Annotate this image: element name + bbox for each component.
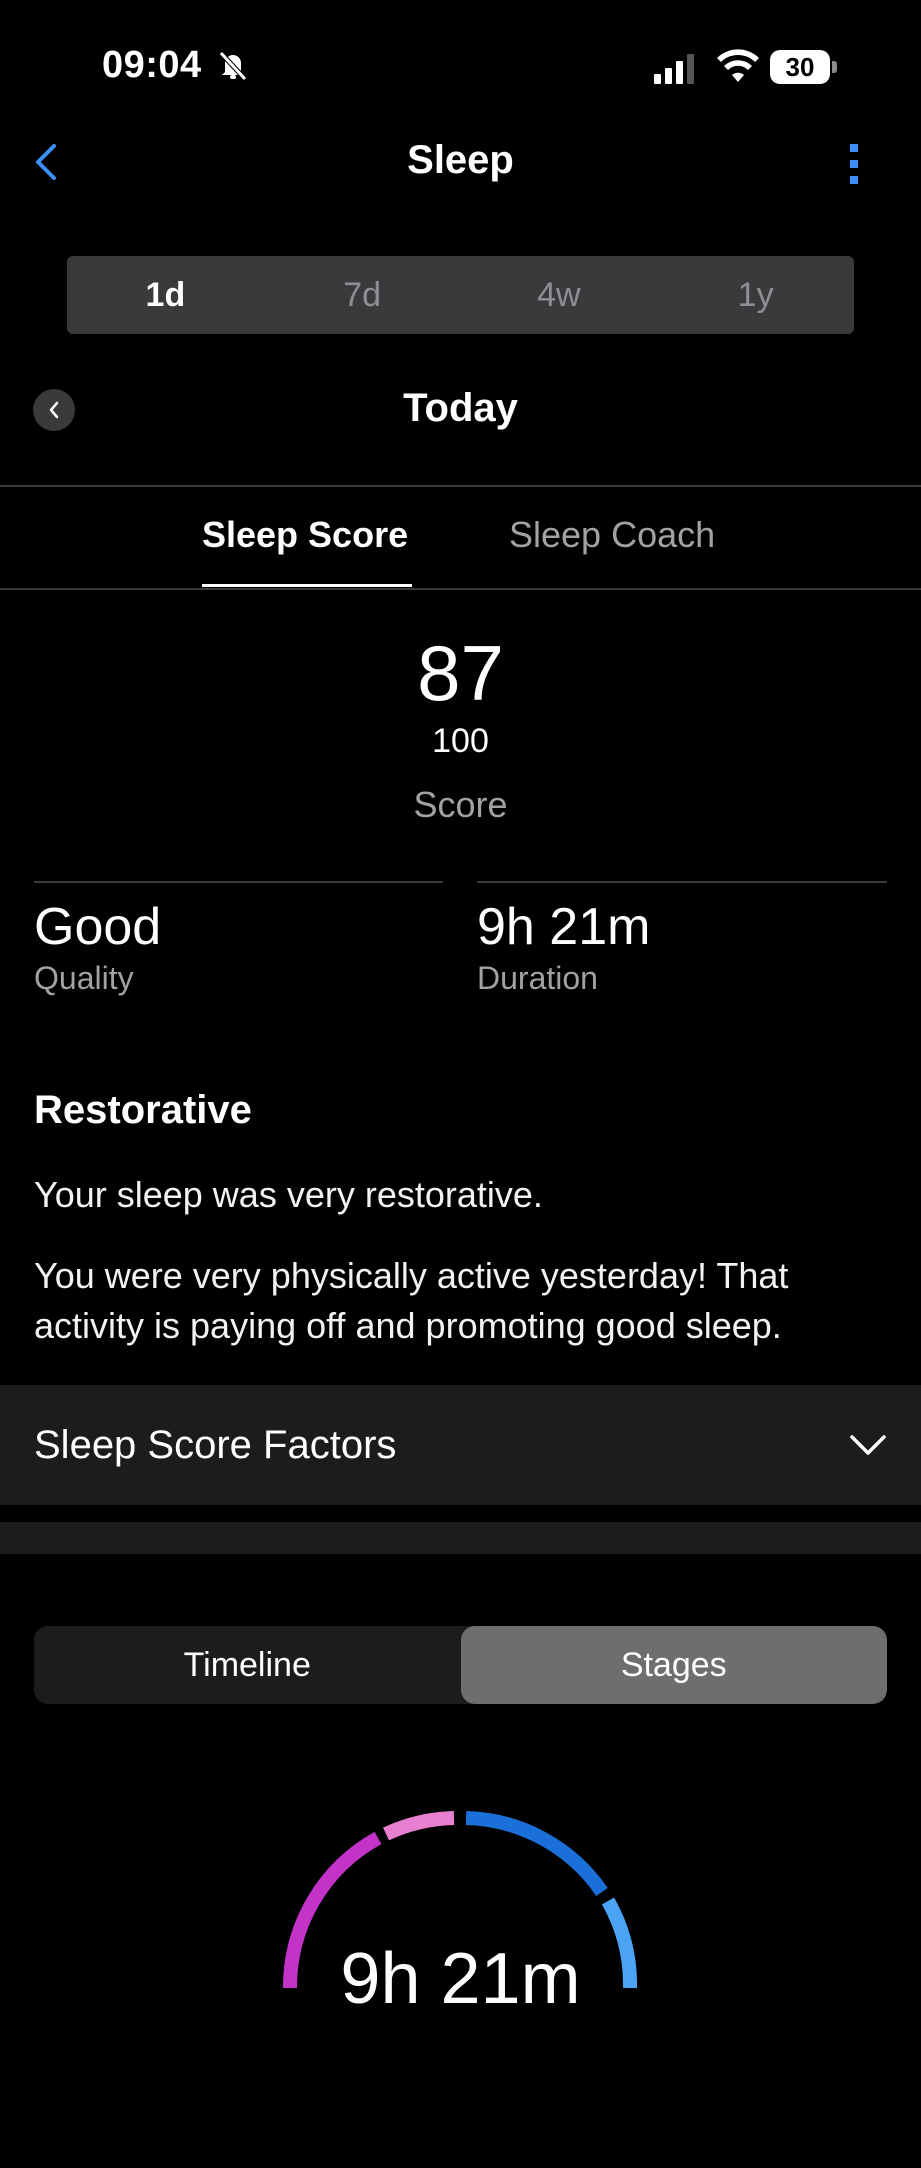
battery-indicator: 30 xyxy=(770,50,838,84)
view-toggle: Timeline Stages xyxy=(34,1626,887,1704)
ring-segment-deep xyxy=(465,1811,608,1897)
divider xyxy=(477,881,887,883)
ring-segment-awake xyxy=(383,1811,455,1841)
active-tab-indicator xyxy=(202,584,412,587)
sleep-score-label: Score xyxy=(413,784,508,825)
timeline-tab[interactable]: Timeline xyxy=(34,1626,461,1704)
insight-detail: You were very physically active yesterda… xyxy=(34,1255,789,1346)
duration-value: 9h 21m xyxy=(477,898,651,956)
battery-level: 30 xyxy=(770,50,830,84)
insight-title: Restorative xyxy=(34,1088,252,1132)
period-7d[interactable]: 7d xyxy=(264,256,461,334)
section-separator xyxy=(0,1522,921,1554)
tab-sleep-coach[interactable]: Sleep Coach xyxy=(509,514,715,556)
tab-sleep-score[interactable]: Sleep Score xyxy=(202,514,408,556)
period-4w[interactable]: 4w xyxy=(461,256,658,334)
quality-value: Good xyxy=(34,898,162,956)
quality-label: Quality xyxy=(34,960,134,996)
wifi-icon xyxy=(717,49,759,82)
sleep-score-max: 100 xyxy=(432,722,489,760)
insight-text: Your sleep was very restorative. xyxy=(34,1174,543,1215)
period-1y[interactable]: 1y xyxy=(657,256,854,334)
date-label: Today xyxy=(403,386,518,430)
more-options-icon[interactable] xyxy=(846,142,862,186)
sleep-score-factors-row[interactable]: Sleep Score Factors xyxy=(0,1385,921,1505)
divider xyxy=(0,588,921,590)
divider xyxy=(0,485,921,487)
duration-label: Duration xyxy=(477,960,598,996)
status-time: 09:04 xyxy=(102,44,202,86)
signal-icon xyxy=(654,54,694,84)
page-title: Sleep xyxy=(407,138,514,182)
period-1d[interactable]: 1d xyxy=(67,256,264,334)
stages-tab[interactable]: Stages xyxy=(460,1626,887,1704)
chevron-down-icon xyxy=(850,1435,886,1455)
factors-label: Sleep Score Factors xyxy=(34,1422,397,1467)
divider xyxy=(34,881,443,883)
bell-off-icon xyxy=(219,51,247,81)
battery-tip xyxy=(832,61,837,73)
ring-duration-label: 9h 21m xyxy=(340,1939,581,2019)
sleep-score-value: 87 xyxy=(417,629,504,717)
period-selector: 1d 7d 4w 1y xyxy=(67,256,854,334)
